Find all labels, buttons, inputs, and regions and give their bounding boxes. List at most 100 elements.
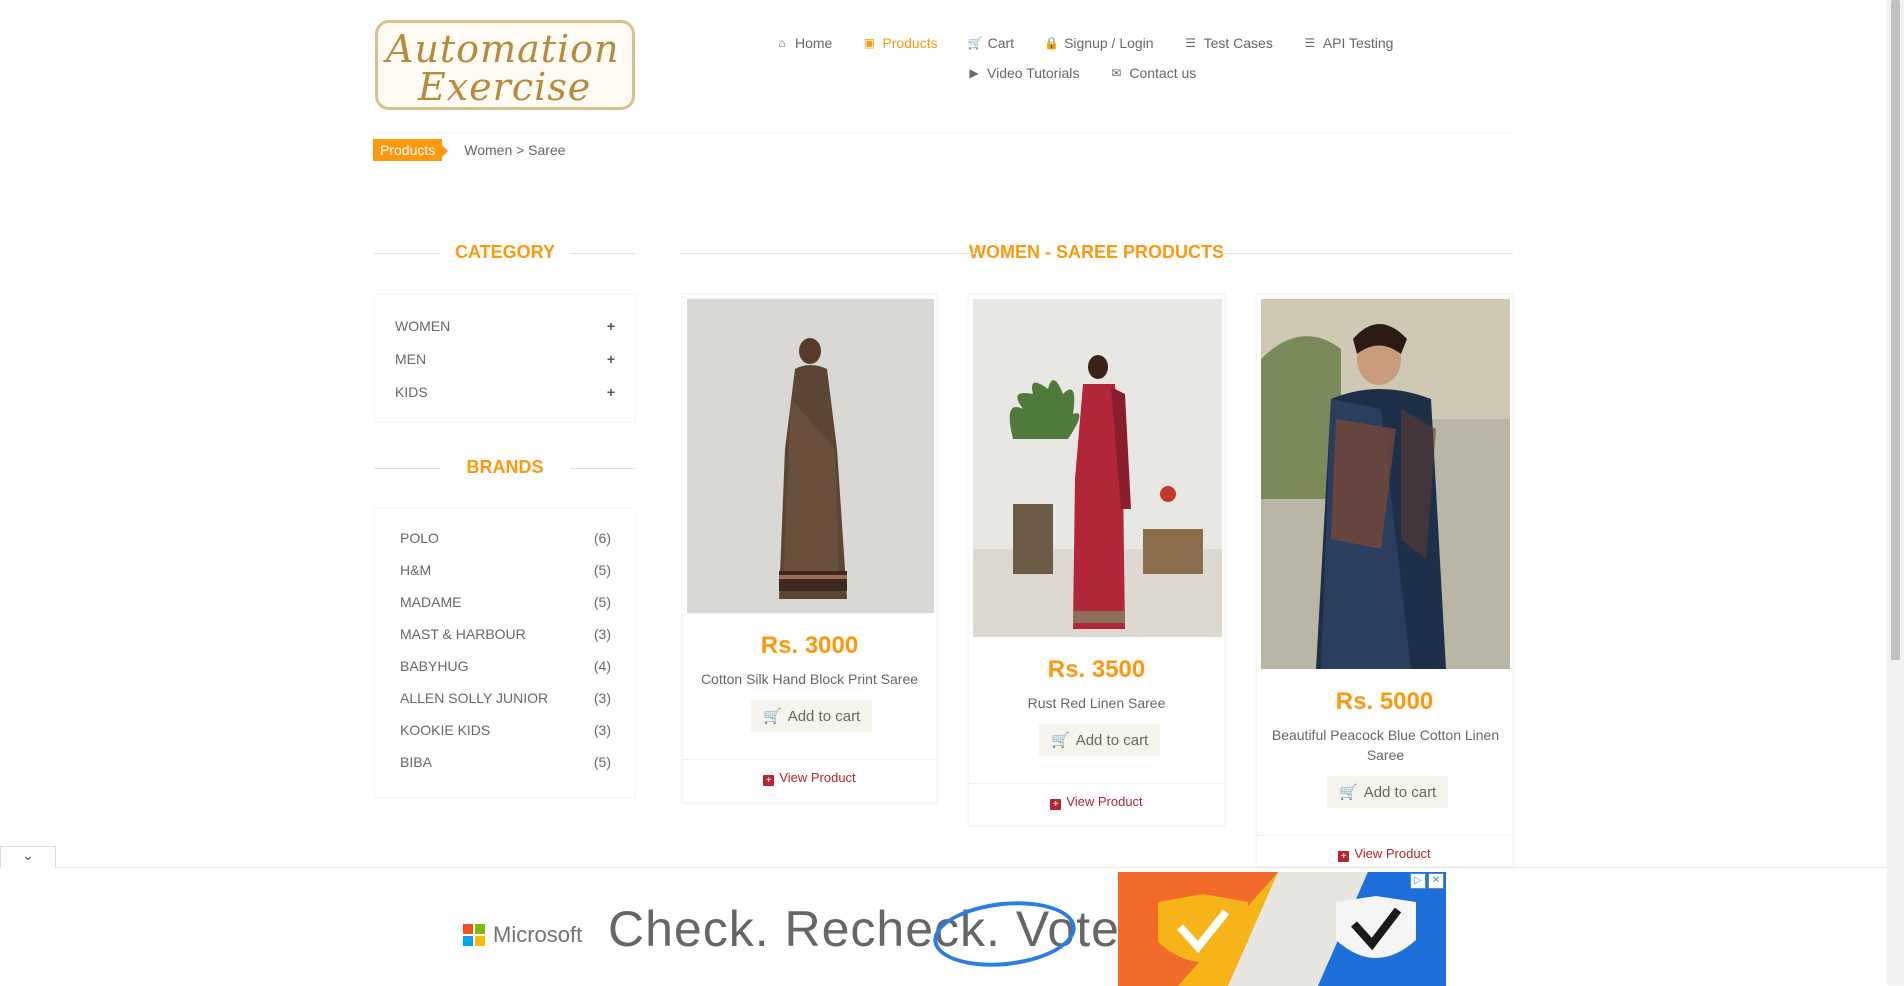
brand-name: BABYHUG bbox=[400, 658, 469, 674]
heading-rule bbox=[680, 253, 976, 254]
microsoft-grid-icon bbox=[463, 924, 485, 946]
heading-rule bbox=[1217, 253, 1513, 254]
product-name: Beautiful Peacock Blue Cotton Linen Sare… bbox=[1271, 727, 1500, 763]
ad-choices: ▷ ✕ bbox=[1410, 873, 1444, 889]
view-product-link[interactable]: + View Product bbox=[1257, 846, 1512, 862]
products-title: WOMEN - SAREE PRODUCTS bbox=[968, 242, 1224, 262]
brand-item[interactable]: H&M (5) bbox=[400, 562, 611, 578]
brand-name: MADAME bbox=[400, 594, 462, 610]
home-icon: ⌂ bbox=[778, 36, 786, 50]
brand-item[interactable]: ALLEN SOLLY JUNIOR (3) bbox=[400, 690, 611, 706]
nav-signup-login[interactable]: 🔒 Signup / Login bbox=[1044, 35, 1154, 51]
brand-name: MAST & HARBOUR bbox=[400, 626, 526, 642]
product-name: Rust Red Linen Saree bbox=[1027, 695, 1166, 711]
cart-icon: 🛒 bbox=[1051, 732, 1070, 749]
add-to-cart-button[interactable]: 🛒 Add to cart bbox=[1327, 776, 1449, 808]
nav-home[interactable]: ⌂ Home bbox=[775, 35, 832, 51]
product-price: Rs. 5000 bbox=[1335, 688, 1434, 715]
site-logo[interactable]: Automation Exercise bbox=[375, 20, 635, 110]
nav-label: API Testing bbox=[1322, 35, 1394, 51]
cart-icon: 🛒 bbox=[763, 708, 782, 725]
nav-cart[interactable]: 🛒 Cart bbox=[968, 35, 1014, 51]
envelope-icon: ✉ bbox=[1111, 66, 1122, 80]
nav-row-secondary: ▶ Video Tutorials ✉ Contact us bbox=[967, 58, 1475, 88]
brand-count: (5) bbox=[593, 562, 611, 578]
brand-item[interactable]: MAST & HARBOUR (3) bbox=[400, 626, 611, 642]
card-divider bbox=[969, 783, 1224, 784]
main-nav: ⌂ Home ▣ Products 🛒 Cart 🔒 Signup / Login ☰ Test … bbox=[775, 28, 1475, 88]
ad-graphic bbox=[1118, 872, 1446, 986]
view-product-label: View Product bbox=[1354, 846, 1431, 861]
category-panel: Women + Men + Kids + bbox=[374, 294, 636, 423]
nav-test-cases[interactable]: ☰ Test Cases bbox=[1184, 35, 1273, 51]
view-product-label: View Product bbox=[779, 770, 856, 785]
brand-item[interactable]: MADAME (5) bbox=[400, 594, 611, 610]
brands-heading: BRANDS bbox=[374, 457, 636, 478]
heading-rule bbox=[570, 468, 636, 469]
category-item[interactable]: Women + bbox=[395, 318, 615, 334]
plus-square-icon: + bbox=[1338, 851, 1350, 862]
brand-item[interactable]: POLO (6) bbox=[400, 530, 611, 546]
brand-name: BIBA bbox=[400, 754, 432, 770]
adchoices-icon[interactable]: ▷ bbox=[1410, 873, 1426, 889]
brand-name: KOOKIE KIDS bbox=[400, 722, 491, 738]
product-price: Rs. 3500 bbox=[1047, 656, 1146, 683]
list-icon: ☰ bbox=[1304, 36, 1316, 50]
add-to-cart-button[interactable]: 🛒 Add to cart bbox=[1039, 724, 1161, 756]
product-image bbox=[973, 299, 1222, 637]
brand-count: (5) bbox=[593, 594, 611, 610]
plus-icon[interactable]: + bbox=[607, 318, 615, 334]
nav-row-primary: ⌂ Home ▣ Products 🛒 Cart 🔒 Signup / Login ☰ Test … bbox=[775, 28, 1475, 58]
breadcrumb-path: Women > Saree bbox=[464, 142, 566, 158]
close-ad-icon[interactable]: ✕ bbox=[1428, 873, 1444, 889]
list-icon: ☰ bbox=[1185, 36, 1196, 50]
brand-count: (6) bbox=[593, 530, 611, 546]
plus-icon[interactable]: + bbox=[607, 351, 615, 367]
cart-icon: 🛒 bbox=[1339, 784, 1358, 801]
nav-label: Cart bbox=[987, 35, 1015, 51]
add-to-cart-button[interactable]: 🛒 Add to cart bbox=[751, 700, 873, 732]
product-card: Rs. 3000 Cotton Silk Hand Block Print Sa… bbox=[682, 294, 937, 803]
category-item[interactable]: Men + bbox=[395, 351, 615, 367]
card-divider bbox=[683, 759, 936, 760]
nav-api-testing[interactable]: ☰ API Testing bbox=[1303, 35, 1394, 51]
brand-item[interactable]: KOOKIE KIDS (3) bbox=[400, 722, 611, 738]
breadcrumb-products-tag[interactable]: Products bbox=[373, 139, 449, 161]
view-product-link[interactable]: + View Product bbox=[683, 770, 936, 786]
collapse-ad-button[interactable]: ⌄ bbox=[0, 846, 56, 868]
brand-item[interactable]: BABYHUG (4) bbox=[400, 658, 611, 674]
view-product-label: View Product bbox=[1066, 794, 1143, 809]
heading-rule bbox=[374, 468, 440, 469]
category-title: CATEGORY bbox=[454, 242, 555, 262]
brand-item[interactable]: BIBA (5) bbox=[400, 754, 611, 770]
brand-count: (5) bbox=[593, 754, 611, 770]
add-to-cart-label: Add to cart bbox=[1075, 731, 1149, 749]
microsoft-logo: Microsoft bbox=[463, 922, 582, 948]
nav-label: Test Cases bbox=[1203, 35, 1273, 51]
plus-icon[interactable]: + bbox=[607, 384, 615, 400]
view-product-link[interactable]: + View Product bbox=[969, 794, 1224, 810]
breadcrumb: Products Women > Saree bbox=[373, 139, 566, 161]
logo-line-2: Exercise bbox=[418, 65, 592, 109]
youtube-icon: ▶ bbox=[969, 66, 979, 80]
ad-brand: Microsoft bbox=[493, 922, 583, 947]
nav-video-tutorials[interactable]: ▶ Video Tutorials bbox=[967, 65, 1079, 81]
products-heading: WOMEN - SAREE PRODUCTS bbox=[680, 242, 1513, 263]
product-price: Rs. 3000 bbox=[760, 632, 859, 659]
page-scrollbar[interactable] bbox=[1887, 0, 1904, 985]
cart-icon: 🛒 bbox=[967, 36, 983, 50]
brand-count: (3) bbox=[593, 722, 611, 738]
scrollbar-thumb[interactable] bbox=[1891, 0, 1900, 660]
nav-label: Contact us bbox=[1129, 65, 1197, 81]
nav-label: Home bbox=[795, 35, 833, 51]
nav-contact-us[interactable]: ✉ Contact us bbox=[1109, 65, 1196, 81]
plus-square-icon: + bbox=[763, 775, 775, 786]
nav-products[interactable]: ▣ Products bbox=[862, 35, 938, 51]
nav-label: Video Tutorials bbox=[987, 65, 1080, 81]
category-item[interactable]: Kids + bbox=[395, 384, 615, 400]
products-icon: ▣ bbox=[863, 36, 876, 50]
brand-name: H&M bbox=[400, 562, 432, 578]
chevron-down-icon: ⌄ bbox=[22, 847, 34, 863]
product-card: Rs. 3500 Rust Red Linen Saree 🛒 Add to c… bbox=[968, 294, 1225, 826]
advertisement[interactable]: Microsoft Check. Recheck. Vote. ▷ ✕ bbox=[443, 872, 1446, 986]
